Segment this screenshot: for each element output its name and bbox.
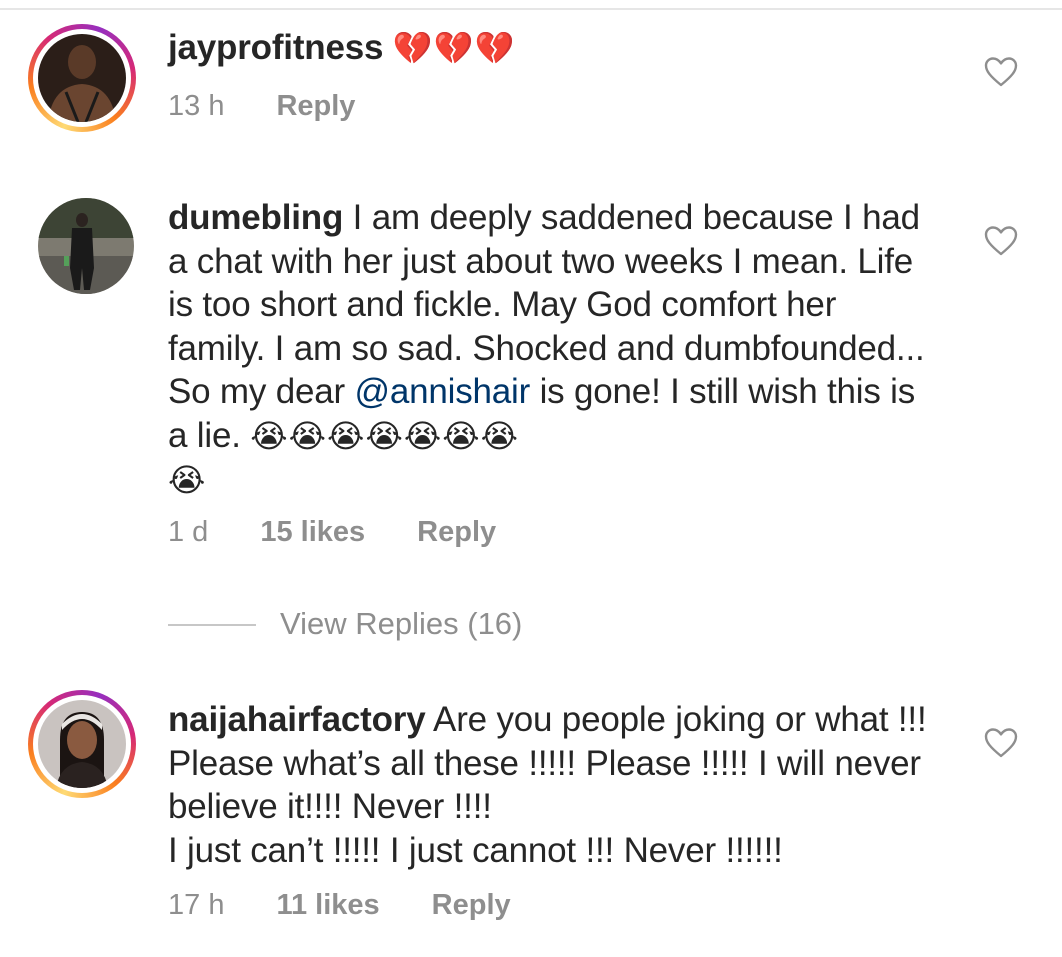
comment-time: 13 h (168, 90, 225, 122)
avatar (38, 700, 126, 788)
reply-button[interactable]: Reply (417, 516, 496, 548)
heart-outline-icon[interactable] (984, 727, 1018, 759)
comment-meta: 17 h 11 likes Reply (168, 889, 563, 922)
comment-text: naijahairfactory Are you people joking o… (168, 698, 928, 872)
replies-divider (168, 624, 256, 626)
reply-button[interactable]: Reply (432, 889, 511, 921)
comment-username[interactable]: jayprofitness (168, 28, 383, 67)
crying-emojis: 😭😭😭😭😭😭😭 (250, 417, 519, 454)
comment-text: jayprofitness 💔💔💔 (168, 26, 928, 71)
avatar (38, 34, 126, 122)
likes-count[interactable]: 15 likes (260, 516, 365, 548)
top-divider (0, 8, 1062, 10)
comment-meta: 13 h Reply (168, 90, 407, 123)
avatar[interactable] (38, 198, 134, 294)
heart-outline-icon[interactable] (984, 56, 1018, 88)
comment-username[interactable]: naijahairfactory (168, 700, 426, 739)
crying-emoji: 😭 (168, 462, 207, 498)
comment-body-cont: I just can’t !!!!! I just cannot !!! Nev… (168, 830, 783, 870)
view-replies-label[interactable]: View Replies (16) (280, 606, 522, 642)
mention-link[interactable]: @annishair (355, 372, 531, 411)
heart-outline-icon[interactable] (984, 225, 1018, 257)
comment-meta: 1 d 15 likes Reply (168, 516, 548, 549)
comment-username[interactable]: dumebling (168, 198, 343, 237)
comment-text: dumebling I am deeply saddened because I… (168, 196, 928, 503)
broken-heart-emojis: 💔💔💔 (392, 30, 516, 66)
avatar-story-ring[interactable] (28, 690, 136, 798)
comment-time: 1 d (168, 516, 209, 548)
avatar-story-ring[interactable] (28, 24, 136, 132)
comment-time: 17 h (168, 889, 225, 921)
likes-count[interactable]: 11 likes (276, 889, 379, 921)
reply-button[interactable]: Reply (276, 90, 355, 122)
